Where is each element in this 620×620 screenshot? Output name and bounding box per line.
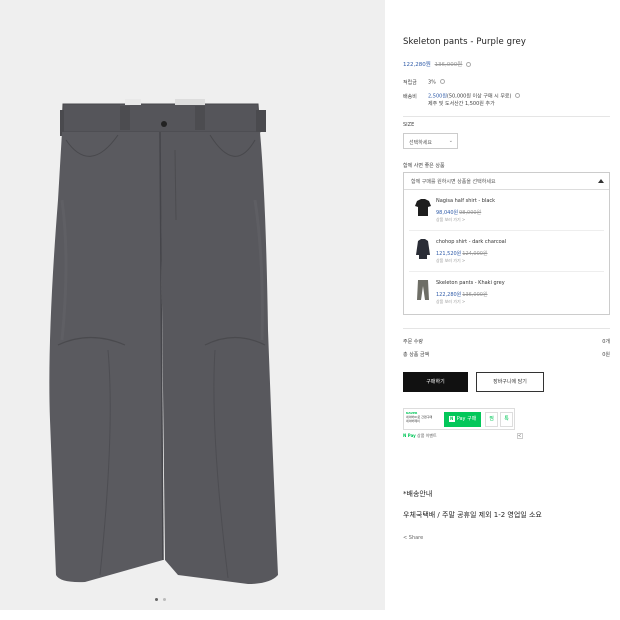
item-price: 122,280원136,000원	[436, 292, 488, 298]
pants-illustration	[49, 99, 278, 584]
pants-thumbnail	[417, 280, 429, 300]
wishlist-button[interactable]: 찜	[485, 412, 498, 427]
talk-button[interactable]: 톡	[500, 412, 513, 427]
recommend-dropdown[interactable]: 함께 구매를 원하시면 상품을 선택하세요 Nagisa half shirt …	[403, 172, 610, 315]
product-title: Skeleton pants - Purple grey	[403, 37, 526, 47]
qty-label: 주문 수량	[403, 339, 423, 345]
naver-pay-note: N Pay 상품 이벤트 <	[403, 433, 523, 439]
price-row: 122,280원 136,000원	[403, 60, 472, 68]
naver-n-icon: N	[448, 416, 455, 422]
naver-pay-button[interactable]: N Pay 구매	[444, 412, 481, 427]
shipping-label: 배송비	[403, 94, 417, 100]
size-label: SIZE	[403, 122, 415, 128]
info-icon[interactable]	[439, 79, 445, 84]
size-select[interactable]: 선택하세요 ⌄	[403, 133, 458, 149]
recommend-label: 함께 사면 좋은 상품	[403, 163, 445, 169]
info-icon[interactable]	[466, 61, 472, 67]
list-item[interactable]: chohop shirt - dark charcoal 121,520원124…	[404, 231, 609, 271]
shirt-thumbnail	[416, 239, 430, 259]
carousel-dots[interactable]	[155, 598, 166, 601]
list-item[interactable]: Skeleton pants - Khaki grey 122,280원136,…	[404, 272, 609, 312]
item-more-link[interactable]: 상품 보러 가기 >	[436, 258, 465, 264]
carousel-dot[interactable]	[155, 598, 158, 601]
qty-value: 0개	[602, 339, 610, 345]
shirt-thumbnail	[415, 199, 431, 216]
recommend-list: Nagisa half shirt - black 98,040원98,000원…	[404, 190, 609, 314]
shipping-guide-text: 우체국택배 / 주말 공휴일 제외 1-2 영업일 소요	[403, 511, 542, 519]
share-link[interactable]: < Share	[403, 535, 423, 541]
item-more-link[interactable]: 상품 보러 가기 >	[436, 217, 465, 223]
item-name: Skeleton pants - Khaki grey	[436, 280, 505, 286]
divider	[403, 328, 610, 329]
shipping-guide-heading: *배송안내	[403, 490, 433, 498]
divider	[403, 116, 610, 117]
chevron-left-icon[interactable]: <	[516, 433, 523, 439]
points-value: 3%	[428, 79, 613, 87]
list-item[interactable]: Nagisa half shirt - black 98,040원98,000원…	[404, 190, 609, 230]
order-total-row: 총 상품 금액 0원	[403, 351, 610, 358]
recommend-select[interactable]: 함께 구매를 원하시면 상품을 선택하세요	[404, 173, 609, 190]
item-price: 121,520원124,000원	[436, 251, 488, 257]
order-qty-row: 주문 수량 0개	[403, 338, 610, 345]
item-name: chohop shirt - dark charcoal	[436, 239, 507, 245]
chevron-down-icon: ⌄	[448, 138, 453, 144]
add-to-cart-button[interactable]: 장바구니에 담기	[476, 372, 544, 392]
total-label: 총 상품 금액	[403, 352, 430, 358]
carousel-dot[interactable]	[163, 598, 166, 601]
points-label: 적립금	[403, 80, 417, 86]
item-name: Nagisa half shirt - black	[436, 198, 496, 204]
price-current: 122,280원	[403, 62, 431, 68]
naver-pay-info: NAVER 네이버ID로 간편구매 네이버페이	[406, 411, 433, 423]
item-price: 98,040원98,000원	[436, 210, 482, 216]
caret-up-icon	[598, 179, 604, 183]
info-icon[interactable]	[515, 93, 521, 98]
shipping-value: 2,500원(50,000원 이상 구매 시 무료) 제주 및 도서산간 1,5…	[428, 93, 613, 108]
price-original: 136,000원	[434, 62, 463, 68]
naver-pay-widget: NAVER 네이버ID로 간편구매 네이버페이 N Pay 구매 찜 톡	[403, 408, 515, 430]
item-more-link[interactable]: 상품 보러 가기 >	[436, 299, 465, 305]
product-image[interactable]	[0, 0, 385, 610]
buy-button[interactable]: 구매하기	[403, 372, 468, 392]
total-value: 0원	[602, 352, 610, 358]
